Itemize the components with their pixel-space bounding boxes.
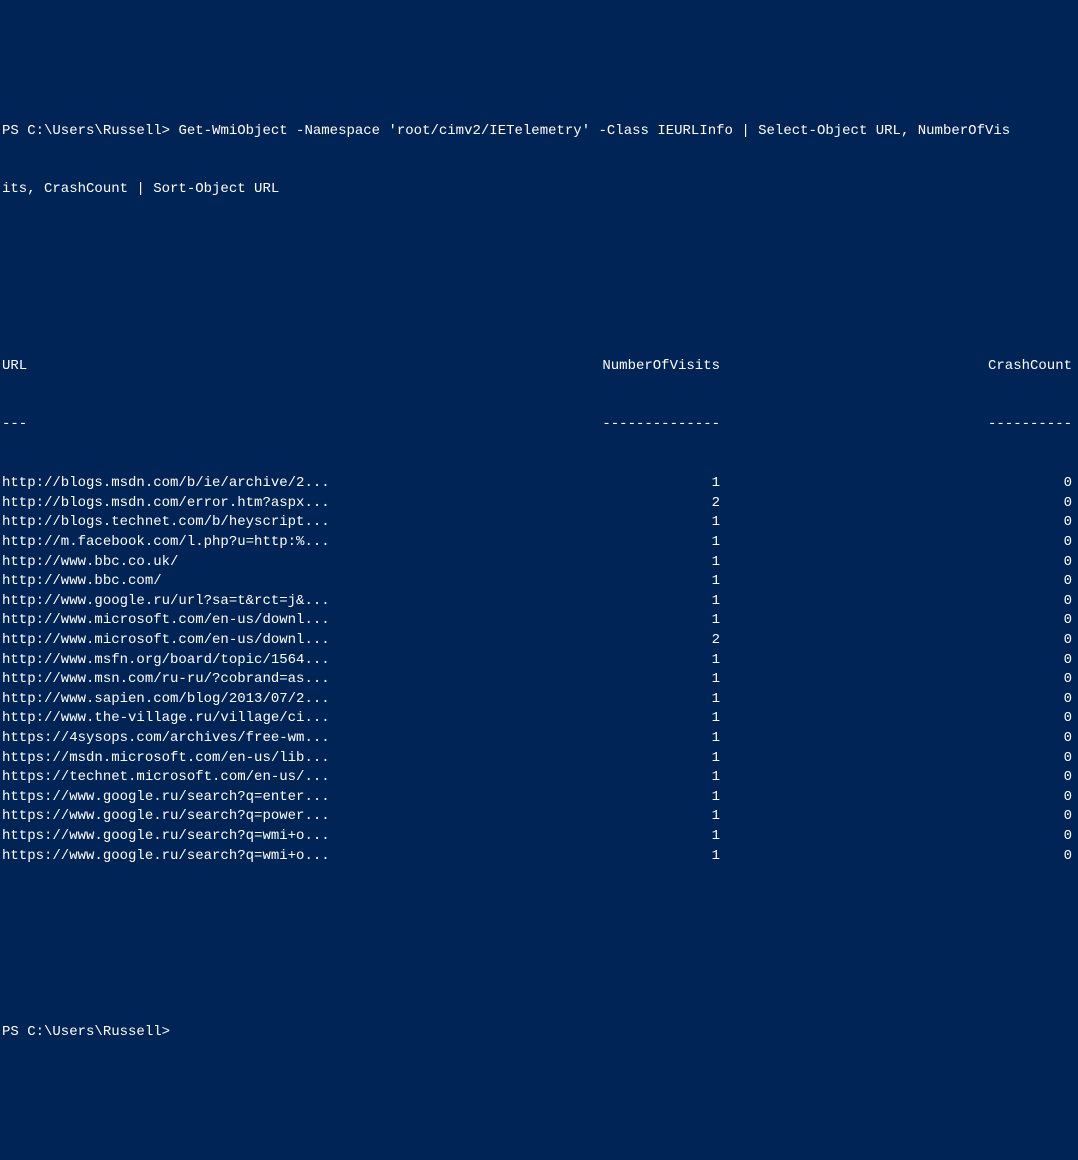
cell-url: http://blogs.msdn.com/error.htm?aspx... — [0, 494, 470, 514]
cell-url: https://www.google.ru/search?q=wmi+o... — [0, 847, 470, 867]
cell-visits: 1 — [470, 807, 730, 827]
cell-visits: 1 — [470, 768, 730, 788]
cell-crash: 0 — [730, 690, 1078, 710]
cell-visits: 1 — [470, 670, 730, 690]
table-row: https://msdn.microsoft.com/en-us/lib...1… — [0, 749, 1078, 769]
cell-visits: 2 — [470, 494, 730, 514]
cell-url: http://www.bbc.com/ — [0, 572, 470, 592]
cell-crash: 0 — [730, 651, 1078, 671]
cell-visits: 1 — [470, 788, 730, 808]
cell-crash: 0 — [730, 553, 1078, 573]
table-row: http://m.facebook.com/l.php?u=http:%...1… — [0, 533, 1078, 553]
cell-url: http://www.msfn.org/board/topic/1564... — [0, 651, 470, 671]
cell-crash: 0 — [730, 670, 1078, 690]
prompt-prefix: PS C:\Users\Russell> — [2, 123, 178, 139]
cell-visits: 1 — [470, 592, 730, 612]
cell-visits: 1 — [470, 572, 730, 592]
cell-url: http://www.msn.com/ru-ru/?cobrand=as... — [0, 670, 470, 690]
powershell-terminal[interactable]: PS C:\Users\Russell> Get-WmiObject -Name… — [0, 82, 1078, 1062]
table-divider: --- -------------- ---------- — [0, 415, 1078, 435]
cell-crash: 0 — [730, 572, 1078, 592]
divider-crash: ---------- — [730, 415, 1078, 435]
cell-visits: 1 — [470, 533, 730, 553]
table-row: http://blogs.technet.com/b/heyscript...1… — [0, 513, 1078, 533]
blank-line — [0, 905, 1078, 925]
cell-crash: 0 — [730, 631, 1078, 651]
cell-url: http://www.microsoft.com/en-us/downl... — [0, 611, 470, 631]
cell-url: https://www.google.ru/search?q=enter... — [0, 788, 470, 808]
table-row: http://www.microsoft.com/en-us/downl...1… — [0, 611, 1078, 631]
cell-visits: 1 — [470, 651, 730, 671]
cell-visits: 1 — [470, 749, 730, 769]
cell-visits: 1 — [470, 709, 730, 729]
divider-url: --- — [0, 415, 470, 435]
cell-url: http://www.the-village.ru/village/ci... — [0, 709, 470, 729]
cell-crash: 0 — [730, 847, 1078, 867]
cell-visits: 1 — [470, 729, 730, 749]
cell-crash: 0 — [730, 533, 1078, 553]
table-row: http://blogs.msdn.com/b/ie/archive/2...1… — [0, 474, 1078, 494]
cell-crash: 0 — [730, 729, 1078, 749]
cell-url: http://blogs.msdn.com/b/ie/archive/2... — [0, 474, 470, 494]
header-crash: CrashCount — [730, 357, 1078, 377]
cell-visits: 1 — [470, 611, 730, 631]
divider-visits: -------------- — [470, 415, 730, 435]
table-row: https://technet.microsoft.com/en-us/...1… — [0, 768, 1078, 788]
cell-visits: 2 — [470, 631, 730, 651]
table-row: http://blogs.msdn.com/error.htm?aspx...2… — [0, 494, 1078, 514]
cell-visits: 1 — [470, 827, 730, 847]
cell-crash: 0 — [730, 788, 1078, 808]
cell-visits: 1 — [470, 553, 730, 573]
command-text: Get-WmiObject -Namespace 'root/cimv2/IET… — [178, 123, 1010, 139]
cell-visits: 1 — [470, 847, 730, 867]
table-row: http://www.msfn.org/board/topic/1564...1… — [0, 651, 1078, 671]
cell-url: https://4sysops.com/archives/free-wm... — [0, 729, 470, 749]
cell-url: https://www.google.ru/search?q=wmi+o... — [0, 827, 470, 847]
table-row: https://www.google.ru/search?q=enter...1… — [0, 788, 1078, 808]
cell-crash: 0 — [730, 749, 1078, 769]
cell-crash: 0 — [730, 709, 1078, 729]
table-row: http://www.google.ru/url?sa=t&rct=j&...1… — [0, 592, 1078, 612]
cell-url: http://www.google.ru/url?sa=t&rct=j&... — [0, 592, 470, 612]
table-row: https://www.google.ru/search?q=wmi+o...1… — [0, 827, 1078, 847]
cell-url: http://www.bbc.co.uk/ — [0, 553, 470, 573]
cell-crash: 0 — [730, 592, 1078, 612]
cell-url: http://www.microsoft.com/en-us/downl... — [0, 631, 470, 651]
command-line-1: PS C:\Users\Russell> Get-WmiObject -Name… — [0, 122, 1078, 142]
cell-url: http://blogs.technet.com/b/heyscript... — [0, 513, 470, 533]
cell-crash: 0 — [730, 611, 1078, 631]
table-row: http://www.bbc.com/10 — [0, 572, 1078, 592]
cell-visits: 1 — [470, 474, 730, 494]
header-url: URL — [0, 357, 470, 377]
cell-url: https://www.google.ru/search?q=power... — [0, 807, 470, 827]
table-row: https://www.google.ru/search?q=wmi+o...1… — [0, 847, 1078, 867]
command-line-wrap: its, CrashCount | Sort-Object URL — [0, 180, 1078, 200]
table-row: https://www.google.ru/search?q=power...1… — [0, 807, 1078, 827]
blank-line — [0, 298, 1078, 318]
table-row: http://www.microsoft.com/en-us/downl...2… — [0, 631, 1078, 651]
cell-url: http://m.facebook.com/l.php?u=http:%... — [0, 533, 470, 553]
cell-crash: 0 — [730, 807, 1078, 827]
table-header: URL NumberOfVisits CrashCount — [0, 357, 1078, 377]
cell-url: https://technet.microsoft.com/en-us/... — [0, 768, 470, 788]
cell-crash: 0 — [730, 513, 1078, 533]
prompt-ready[interactable]: PS C:\Users\Russell> — [0, 1023, 1078, 1043]
cell-crash: 0 — [730, 494, 1078, 514]
cell-visits: 1 — [470, 690, 730, 710]
blank-line — [0, 239, 1078, 259]
table-row: http://www.sapien.com/blog/2013/07/2...1… — [0, 690, 1078, 710]
cell-url: http://www.sapien.com/blog/2013/07/2... — [0, 690, 470, 710]
cell-url: https://msdn.microsoft.com/en-us/lib... — [0, 749, 470, 769]
table-row: http://www.the-village.ru/village/ci...1… — [0, 709, 1078, 729]
cell-visits: 1 — [470, 513, 730, 533]
blank-line — [0, 964, 1078, 984]
cell-crash: 0 — [730, 768, 1078, 788]
cell-crash: 0 — [730, 474, 1078, 494]
table-row: http://www.bbc.co.uk/10 — [0, 553, 1078, 573]
table-row: https://4sysops.com/archives/free-wm...1… — [0, 729, 1078, 749]
cell-crash: 0 — [730, 827, 1078, 847]
table-row: http://www.msn.com/ru-ru/?cobrand=as...1… — [0, 670, 1078, 690]
header-visits: NumberOfVisits — [470, 357, 730, 377]
